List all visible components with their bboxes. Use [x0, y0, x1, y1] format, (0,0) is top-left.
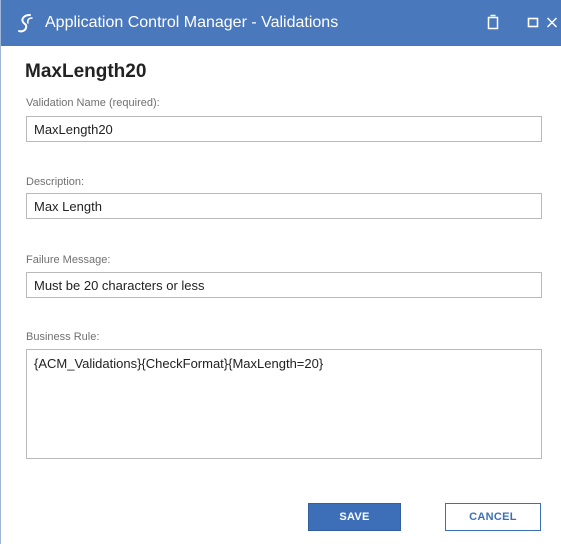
description-input[interactable] [26, 193, 542, 219]
validation-name-input[interactable] [26, 116, 542, 142]
business-rule-label: Business Rule: [26, 331, 100, 343]
failure-message-label: Failure Message: [26, 254, 111, 266]
maximize-icon[interactable] [527, 14, 543, 32]
validation-heading: MaxLength20 [25, 61, 147, 82]
cancel-button[interactable]: CANCEL [445, 503, 541, 531]
app-logo-icon [15, 12, 37, 34]
validation-dialog: Application Control Manager - Validation… [0, 0, 561, 544]
save-button[interactable]: SAVE [308, 503, 401, 531]
validation-name-label: Validation Name (required): [26, 97, 160, 109]
window-title: Application Control Manager - Validation… [45, 14, 339, 31]
restore-icon[interactable] [487, 14, 503, 32]
description-label: Description: [26, 176, 85, 188]
business-rule-textarea[interactable]: {ACM_Validations}{CheckFormat}{MaxLength… [26, 349, 542, 459]
title-bar: Application Control Manager - Validation… [1, 0, 561, 46]
failure-message-input[interactable] [26, 272, 542, 298]
close-icon[interactable] [546, 14, 561, 32]
